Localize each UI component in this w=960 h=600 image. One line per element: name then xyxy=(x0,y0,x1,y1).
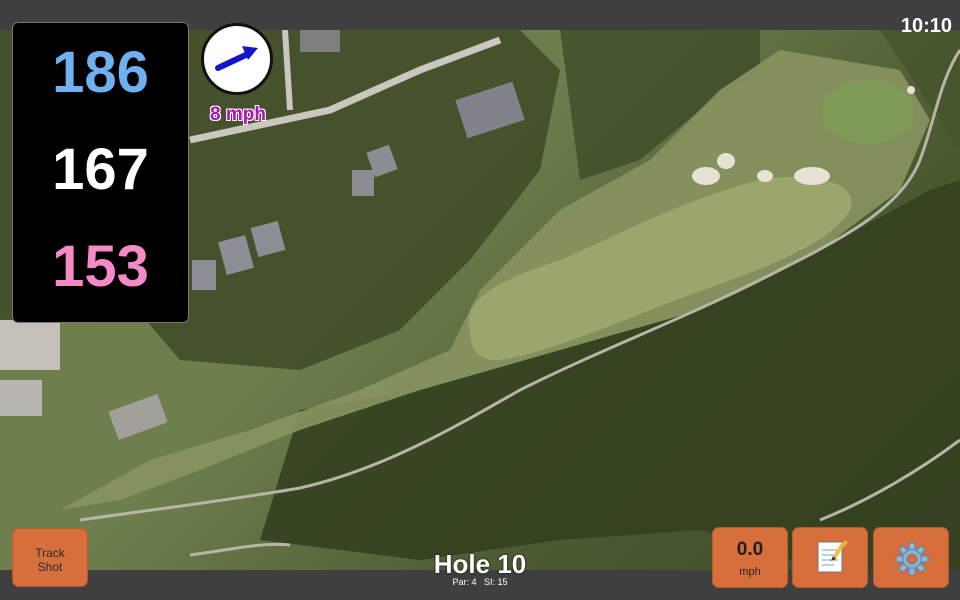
wind-indicator xyxy=(201,23,273,95)
distance-front: 153 xyxy=(52,234,149,299)
distance-panel: 186 167 153 xyxy=(12,22,189,323)
notes-button[interactable] xyxy=(792,527,868,588)
distance-back: 186 xyxy=(52,40,149,105)
wind-arrow-icon xyxy=(215,46,258,71)
track-shot-label-line2: Shot xyxy=(37,560,63,574)
hole-details: Par: 4 SI: 15 xyxy=(380,577,580,587)
track-shot-label-line1: Track xyxy=(35,546,65,560)
clock: 10:10 xyxy=(900,15,952,37)
speed-button[interactable]: 0.0 mph xyxy=(712,527,788,588)
par-label: Par: 4 xyxy=(452,577,477,587)
si-label: SI: 15 xyxy=(484,577,508,587)
distance-middle: 167 xyxy=(52,137,149,202)
wind-speed-label: 8 mph xyxy=(210,104,266,125)
speed-value: 0.0 xyxy=(736,539,764,560)
speed-unit: mph xyxy=(739,566,761,578)
gear-icon xyxy=(895,542,929,576)
hole-title: Hole 10 xyxy=(433,549,527,579)
track-shot-button[interactable]: Track Shot xyxy=(12,528,88,587)
notepad-icon xyxy=(817,540,848,573)
settings-button[interactable] xyxy=(873,527,949,588)
